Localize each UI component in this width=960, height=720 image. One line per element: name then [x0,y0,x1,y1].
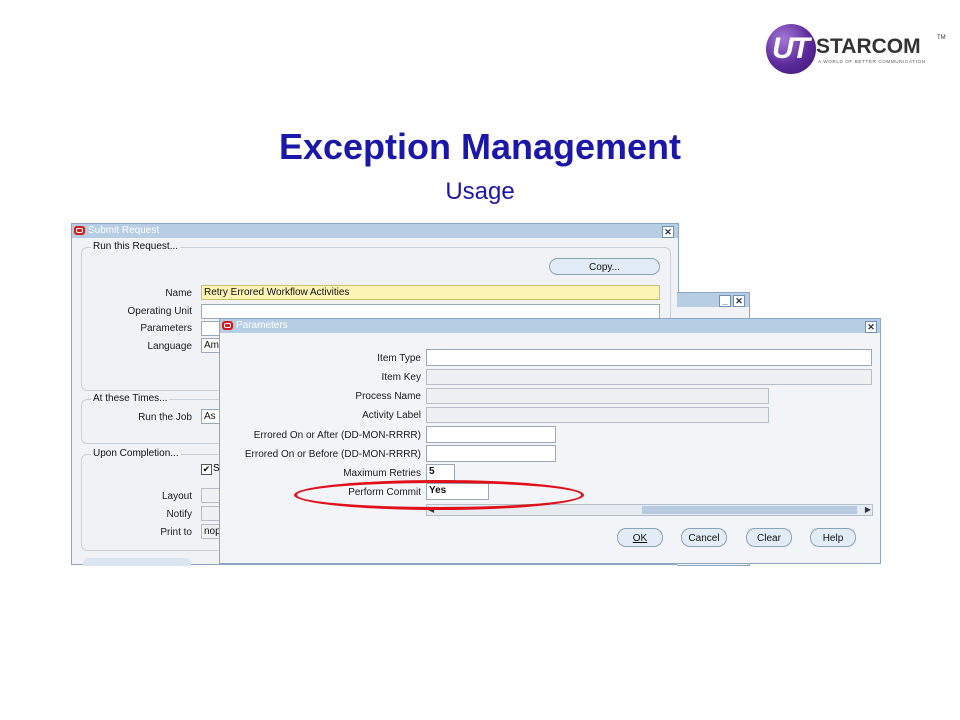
submit-request-titlebar: Submit Request ✕ [72,224,678,238]
slide-title: Exception Management [278,126,682,167]
close-icon[interactable]: ✕ [662,226,674,238]
slide-subtitle: Usage [445,178,515,205]
run-the-job-label: Run the Job [138,412,192,423]
item-type-field[interactable] [426,349,872,366]
process-name-label: Process Name [355,391,421,402]
errored-on-before-label: Errored On or Before (DD-MON-RRRR) [244,449,421,460]
activity-label-label: Activity Label [362,410,421,421]
clear-button[interactable]: Clear [746,528,792,547]
close-icon[interactable]: ✕ [865,321,877,333]
errored-on-after-field[interactable] [426,426,556,443]
help-button[interactable]: Help [810,528,856,547]
parameters-title: Parameters [236,320,288,331]
bottom-tab-strip [83,558,191,566]
layout-label: Layout [161,491,192,502]
item-type-label: Item Type [377,353,421,364]
scroll-thumb[interactable] [642,506,857,514]
print-to-label: Print to [160,527,192,538]
item-key-label: Item Key [381,372,421,383]
copy-button[interactable]: Copy... [549,258,660,275]
operating-unit-field[interactable] [201,304,660,319]
logo-mark-text: UT [772,32,810,65]
errored-on-after-label: Errored On or After (DD-MON-RRRR) [253,430,421,441]
times-group-title: At these Times... [91,393,170,404]
name-label: Name [165,288,192,299]
minimize-icon[interactable]: _ [719,295,731,307]
cancel-button[interactable]: Cancel [681,528,727,547]
parameters-titlebar: Parameters ✕ [220,319,880,333]
logo-trademark: TM [937,35,946,41]
maximum-retries-label: Maximum Retries [343,468,421,479]
ok-button[interactable]: OK [617,528,663,547]
close-icon[interactable]: ✕ [733,295,745,307]
errored-on-before-field[interactable] [426,445,556,462]
language-label: Language [147,341,193,352]
completion-group-title: Upon Completion... [91,448,181,459]
activity-label-field[interactable] [426,407,769,423]
notify-label: Notify [166,509,192,520]
run-request-group-title: Run this Request... [91,241,181,252]
highlight-ellipse [294,480,584,510]
oracle-icon [74,226,85,235]
request-name-field[interactable]: Retry Errored Workflow Activities [201,285,660,300]
process-name-field[interactable] [426,388,769,404]
maximum-retries-field[interactable]: 5 [426,464,455,481]
oracle-icon [222,321,233,330]
logo-tagline: A WORLD OF BETTER COMMUNICATION [818,59,926,64]
utstarcom-logo: UT STARCOM TM A WORLD OF BETTER COMMUNIC… [766,22,946,76]
intermediate-titlebar: _ ✕ [677,293,749,307]
parameters-label: Parameters [140,323,192,334]
operating-unit-label: Operating Unit [127,306,192,317]
item-key-field[interactable] [426,369,872,385]
submit-request-title: Submit Request [88,225,160,236]
parameters-window: Parameters ✕ Item Type Item Key Process … [219,318,881,564]
save-output-checkbox[interactable]: ✔ [201,464,212,475]
logo-name: STARCOM [816,35,921,58]
scroll-right-icon[interactable]: ▶ [865,505,871,515]
